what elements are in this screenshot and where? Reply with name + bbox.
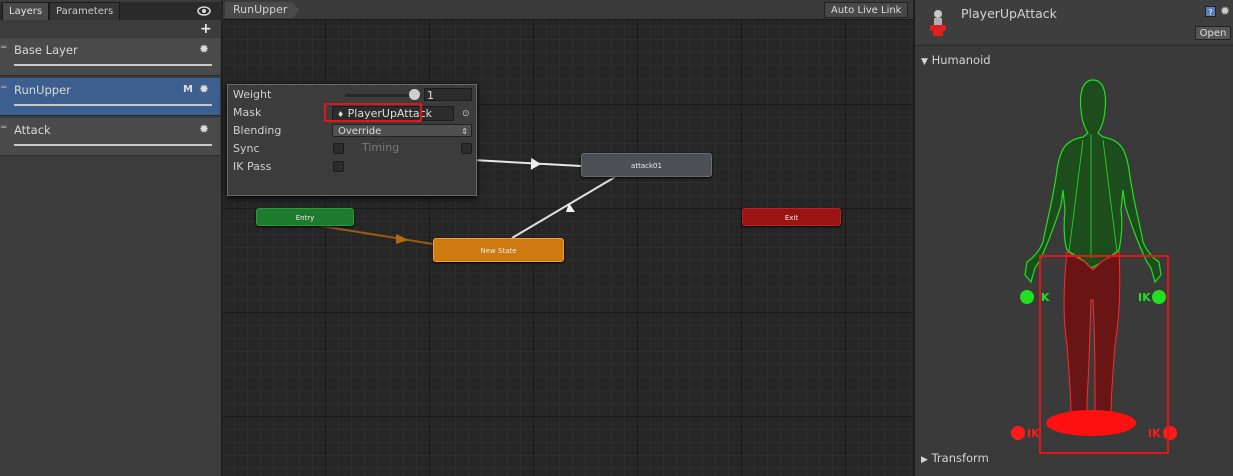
left-hand-ik-dot[interactable] <box>1020 290 1034 304</box>
triangle-right-icon: ▶ <box>921 455 928 465</box>
object-picker-icon[interactable]: ⊙ <box>462 109 470 119</box>
layers-panel: Layers Parameters + ═ Base Layer ✹ ═ Run… <box>0 0 222 476</box>
blending-label: Blending <box>233 124 282 137</box>
triangle-down-icon: ▼ <box>921 57 928 67</box>
left-foot-ik-dot[interactable] <box>1011 426 1025 440</box>
right-foot-ik-dot[interactable] <box>1163 426 1177 440</box>
weight-value-field[interactable]: 1 <box>424 88 472 102</box>
open-button[interactable]: Open <box>1195 26 1231 40</box>
eye-icon[interactable] <box>197 5 211 20</box>
lower-body-region[interactable] <box>1063 251 1121 433</box>
left-foot-ik-label: IK <box>1027 427 1040 440</box>
mask-badge: M <box>183 84 193 95</box>
sync-checkbox[interactable] <box>333 143 344 154</box>
humanoid-foldout[interactable]: ▼ Humanoid <box>921 53 991 67</box>
weight-label: Weight <box>233 88 272 101</box>
right-hand-ik-dot[interactable] <box>1152 290 1166 304</box>
layer-weight-bar <box>14 144 212 146</box>
transform-label: Transform <box>931 451 989 465</box>
add-layer-button[interactable]: + <box>200 21 212 37</box>
gear-icon[interactable]: ✹ <box>199 42 209 56</box>
drag-handle-icon[interactable]: ═ <box>1 83 6 93</box>
layer-item-base[interactable]: ═ Base Layer ✹ <box>0 38 220 76</box>
inspector-header: PlayerUpAttack ? ✹ Open <box>915 0 1233 46</box>
state-node-attack01[interactable]: attack01 <box>581 153 712 177</box>
panel-tab-strip: Layers Parameters <box>0 2 222 20</box>
gear-icon[interactable]: ✹ <box>1220 4 1230 18</box>
entry-transition-line[interactable] <box>320 225 434 245</box>
ik-pass-checkbox[interactable] <box>333 161 344 172</box>
inspector-panel: PlayerUpAttack ? ✹ Open ▼ Humanoid K IK … <box>914 0 1233 476</box>
mask-label: Mask <box>233 106 262 119</box>
left-hand-ik-label: K <box>1041 291 1050 304</box>
avatar-mask-asset-icon <box>930 10 946 36</box>
layer-name: Attack <box>14 123 51 137</box>
transition-arrowhead <box>530 157 541 170</box>
weight-slider-handle[interactable] <box>409 89 420 100</box>
layer-item-attack[interactable]: ═ Attack ✹ <box>0 118 220 156</box>
layer-weight-bar <box>14 104 212 106</box>
humanoid-label: Humanoid <box>931 53 991 67</box>
layer-item-runupper[interactable]: ═ RunUpper M ✹ <box>0 78 220 116</box>
transition-line[interactable] <box>511 176 616 239</box>
blending-value: Override <box>338 126 382 137</box>
layer-name: Base Layer <box>14 43 78 57</box>
layer-name: RunUpper <box>14 83 71 97</box>
entry-node[interactable]: Entry <box>256 208 354 226</box>
sync-label: Sync <box>233 142 260 155</box>
tab-parameters[interactable]: Parameters <box>49 2 121 20</box>
gear-icon[interactable]: ✹ <box>199 82 209 96</box>
root-ellipse[interactable] <box>1046 410 1136 436</box>
state-machine-graph[interactable]: RunUpper Auto Live Link attack01 Entry E… <box>223 0 913 476</box>
right-hand-ik-label: IK <box>1138 291 1151 304</box>
drag-handle-icon[interactable]: ═ <box>1 43 6 53</box>
exit-node[interactable]: Exit <box>742 208 841 226</box>
state-node-new-state[interactable]: New State <box>433 238 564 262</box>
upper-body-region[interactable] <box>1024 79 1162 284</box>
drag-handle-icon[interactable]: ═ <box>1 123 6 133</box>
tab-layers[interactable]: Layers <box>2 2 50 20</box>
ik-pass-label: IK Pass <box>233 160 272 173</box>
transition-arrows <box>320 157 616 245</box>
gear-icon[interactable]: ✹ <box>199 122 209 136</box>
blending-select[interactable]: Override ⇕ <box>332 124 472 137</box>
dropdown-arrows-icon: ⇕ <box>461 127 468 136</box>
layer-weight-bar <box>14 64 212 66</box>
asset-title: PlayerUpAttack <box>961 6 1057 21</box>
transition-line[interactable] <box>472 159 582 167</box>
help-icon[interactable]: ? <box>1205 6 1216 17</box>
layer-settings-popup: Weight 1 Mask ♦ PlayerUpAttack ⊙ Blendin… <box>227 84 477 196</box>
annotation-highlight-box <box>324 103 422 122</box>
timing-checkbox[interactable] <box>461 143 472 154</box>
right-foot-ik-label: IK <box>1148 427 1161 440</box>
transform-foldout[interactable]: ▶ Transform <box>921 451 989 465</box>
humanoid-body-figure[interactable]: K IK IK IK <box>915 70 1233 470</box>
timing-label: Timing <box>362 141 400 154</box>
